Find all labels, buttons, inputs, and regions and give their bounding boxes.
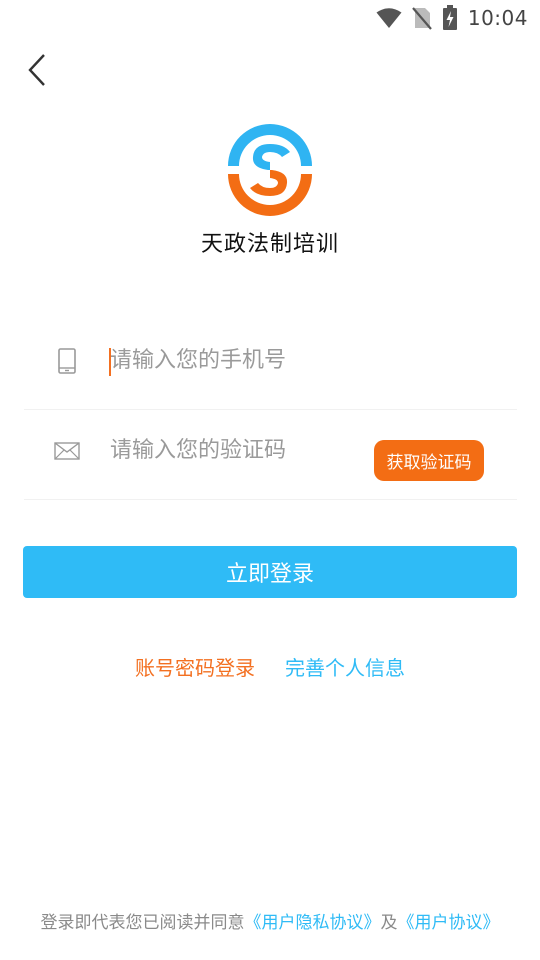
- get-code-button[interactable]: 获取验证码: [374, 440, 484, 481]
- agreement-prefix: 登录即代表您已阅读并同意: [40, 913, 245, 933]
- login-screen: 10:04 天政法制培训 请输入您的手机号 请输入您的验证码 获取验证码 立即登…: [0, 0, 540, 960]
- complete-profile-link[interactable]: 完善个人信息: [285, 652, 405, 681]
- user-agreement-link[interactable]: 《用户协议》: [398, 913, 500, 933]
- mail-icon: [24, 402, 110, 500]
- code-field-row: 获取验证码: [24, 402, 517, 500]
- text-cursor: [109, 348, 111, 376]
- app-name: 天政法制培训: [200, 232, 339, 257]
- password-login-link[interactable]: 账号密码登录: [135, 652, 255, 681]
- status-time: 10:04: [467, 6, 528, 30]
- no-sim-icon: [412, 6, 432, 30]
- phone-field-row: [24, 312, 517, 410]
- secondary-links: 账号密码登录 完善个人信息: [0, 652, 540, 681]
- privacy-agreement-link[interactable]: 《用户隐私协议》: [245, 913, 381, 933]
- login-button[interactable]: 立即登录: [23, 546, 517, 598]
- agreement-text: 登录即代表您已阅读并同意《用户隐私协议》及《用户协议》: [0, 908, 540, 933]
- verification-code-input[interactable]: [110, 430, 374, 471]
- agreement-conjunction: 及: [380, 913, 398, 933]
- status-bar: 10:04: [0, 0, 540, 36]
- app-logo: [222, 122, 318, 218]
- battery-charging-icon: [442, 5, 458, 31]
- phone-input[interactable]: [110, 340, 490, 381]
- wifi-icon: [376, 7, 402, 29]
- phone-icon: [24, 312, 110, 410]
- back-button[interactable]: [18, 52, 58, 92]
- chevron-left-icon: [26, 52, 50, 92]
